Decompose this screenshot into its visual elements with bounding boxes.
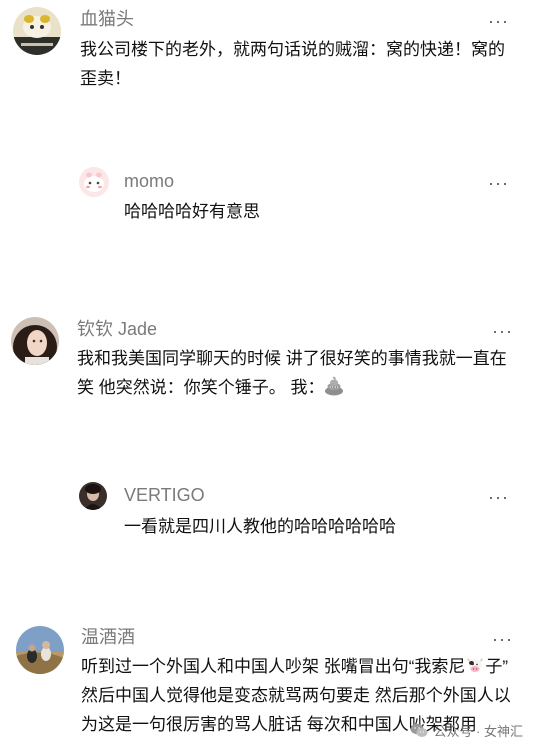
avatar[interactable] bbox=[11, 317, 59, 365]
avatar[interactable] bbox=[13, 7, 61, 55]
watermark: 公众号 · 女神汇 bbox=[410, 721, 523, 740]
more-options-icon[interactable]: ··· bbox=[492, 630, 513, 648]
more-options-icon[interactable]: ··· bbox=[488, 174, 509, 192]
username[interactable]: 温酒酒 bbox=[81, 626, 135, 648]
comment-text: 我公司楼下的老外，就两句话说的贼溜：窝的快递！窝的歪卖！ bbox=[80, 40, 505, 88]
more-options-icon[interactable]: ··· bbox=[488, 12, 509, 30]
wechat-icon bbox=[410, 723, 428, 738]
username[interactable]: momo bbox=[124, 170, 174, 192]
more-options-icon[interactable]: ··· bbox=[488, 488, 509, 506]
username[interactable]: VERTIGO bbox=[124, 484, 205, 506]
avatar[interactable] bbox=[79, 167, 109, 197]
username[interactable]: 钦钦 Jade bbox=[77, 318, 157, 340]
avatar[interactable] bbox=[16, 626, 64, 674]
comment-text-part1: 听到过一个外国人和中国人吵架 张嘴冒出句“我索尼 bbox=[81, 657, 466, 676]
poop-emoji-icon bbox=[324, 376, 344, 396]
username[interactable]: 血猫头 bbox=[80, 8, 134, 30]
comment-text: 一看就是四川人教他的哈哈哈哈哈哈 bbox=[124, 517, 396, 536]
cow-emoji-icon bbox=[465, 655, 485, 675]
comment-text-body: 我和我美国同学聊天的时候 讲了很好笑的事情我就一直在笑 他突然说：你笑个锤子。 … bbox=[77, 349, 507, 397]
avatar[interactable] bbox=[79, 482, 107, 510]
comment-text: 哈哈哈哈好有意思 bbox=[124, 202, 260, 221]
more-options-icon[interactable]: ··· bbox=[492, 322, 513, 340]
watermark-text: 公众号 · 女神汇 bbox=[433, 724, 523, 739]
comment-text: 我和我美国同学聊天的时候 讲了很好笑的事情我就一直在笑 他突然说：你笑个锤子。 … bbox=[77, 344, 517, 402]
